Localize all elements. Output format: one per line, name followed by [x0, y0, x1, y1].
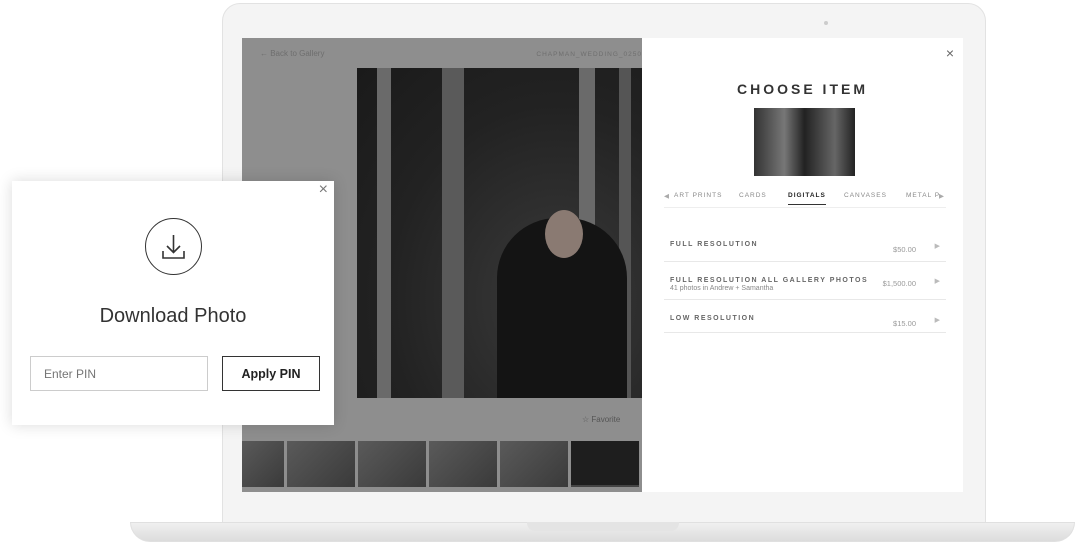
favorite-button[interactable]: ☆ Favorite: [582, 415, 620, 424]
item-label: LOW RESOLUTION: [670, 315, 756, 322]
tab-prev-icon[interactable]: ◀: [664, 192, 670, 200]
choose-item-panel: × CHOOSE ITEM ◀ ART PRINTS CARDS DIGITAL…: [642, 38, 963, 492]
item-row[interactable]: FULL RESOLUTION ALL GALLERY PHOTOS 41 ph…: [664, 262, 946, 300]
thumbnail-strip: [242, 441, 639, 487]
back-to-gallery-link[interactable]: ← Back to Gallery: [260, 49, 324, 58]
item-preview-image: [754, 108, 855, 176]
item-price: $1,500.00: [882, 279, 916, 288]
camera: [824, 21, 828, 25]
tab-next-icon[interactable]: ▶: [939, 192, 945, 200]
thumbnail[interactable]: [429, 441, 497, 487]
pin-input[interactable]: [30, 356, 208, 391]
thumbnail[interactable]: [287, 441, 355, 487]
tab-canvases[interactable]: CANVASES: [844, 192, 887, 199]
download-photo-dialog: × Download Photo Apply PIN: [12, 181, 334, 425]
main-photo: [357, 68, 642, 398]
item-label: FULL RESOLUTION: [670, 241, 759, 248]
chevron-right-icon: ▶: [934, 243, 940, 250]
item-price: $15.00: [893, 319, 916, 328]
chevron-right-icon: ▶: [934, 317, 940, 324]
tab-digitals[interactable]: DIGITALS: [788, 192, 826, 205]
thumbnail[interactable]: [358, 441, 426, 487]
dialog-title: Download Photo: [99, 305, 247, 327]
item-price: $50.00: [893, 245, 916, 254]
thumbnail[interactable]: [500, 441, 568, 487]
apply-pin-button[interactable]: Apply PIN: [222, 356, 320, 391]
item-subtitle: 41 photos in Andrew + Samantha: [670, 285, 774, 292]
panel-title: CHOOSE ITEM: [736, 81, 868, 97]
tab-art-prints[interactable]: ART PRINTS: [674, 192, 722, 199]
download-icon: [145, 218, 202, 275]
close-icon[interactable]: ×: [946, 45, 954, 61]
item-row[interactable]: LOW RESOLUTION $15.00 ▶: [664, 300, 946, 333]
thumbnail[interactable]: [242, 441, 284, 487]
screen: ← Back to Gallery CHAPMAN_WEDDING_0250 ☆…: [242, 38, 963, 492]
item-label: FULL RESOLUTION ALL GALLERY PHOTOS: [670, 277, 869, 284]
chevron-right-icon: ▶: [934, 278, 940, 285]
photo-filename: CHAPMAN_WEDDING_0250: [536, 51, 642, 58]
laptop-notch: [527, 522, 679, 531]
item-row[interactable]: FULL RESOLUTION $50.00 ▶: [664, 234, 946, 262]
tab-metal-prints[interactable]: METAL P: [906, 192, 940, 199]
tab-cards[interactable]: CARDS: [739, 192, 767, 199]
close-icon[interactable]: ×: [319, 181, 328, 199]
item-tabs: ◀ ART PRINTS CARDS DIGITALS CANVASES MET…: [664, 188, 946, 208]
thumbnail-selected[interactable]: [571, 441, 639, 487]
